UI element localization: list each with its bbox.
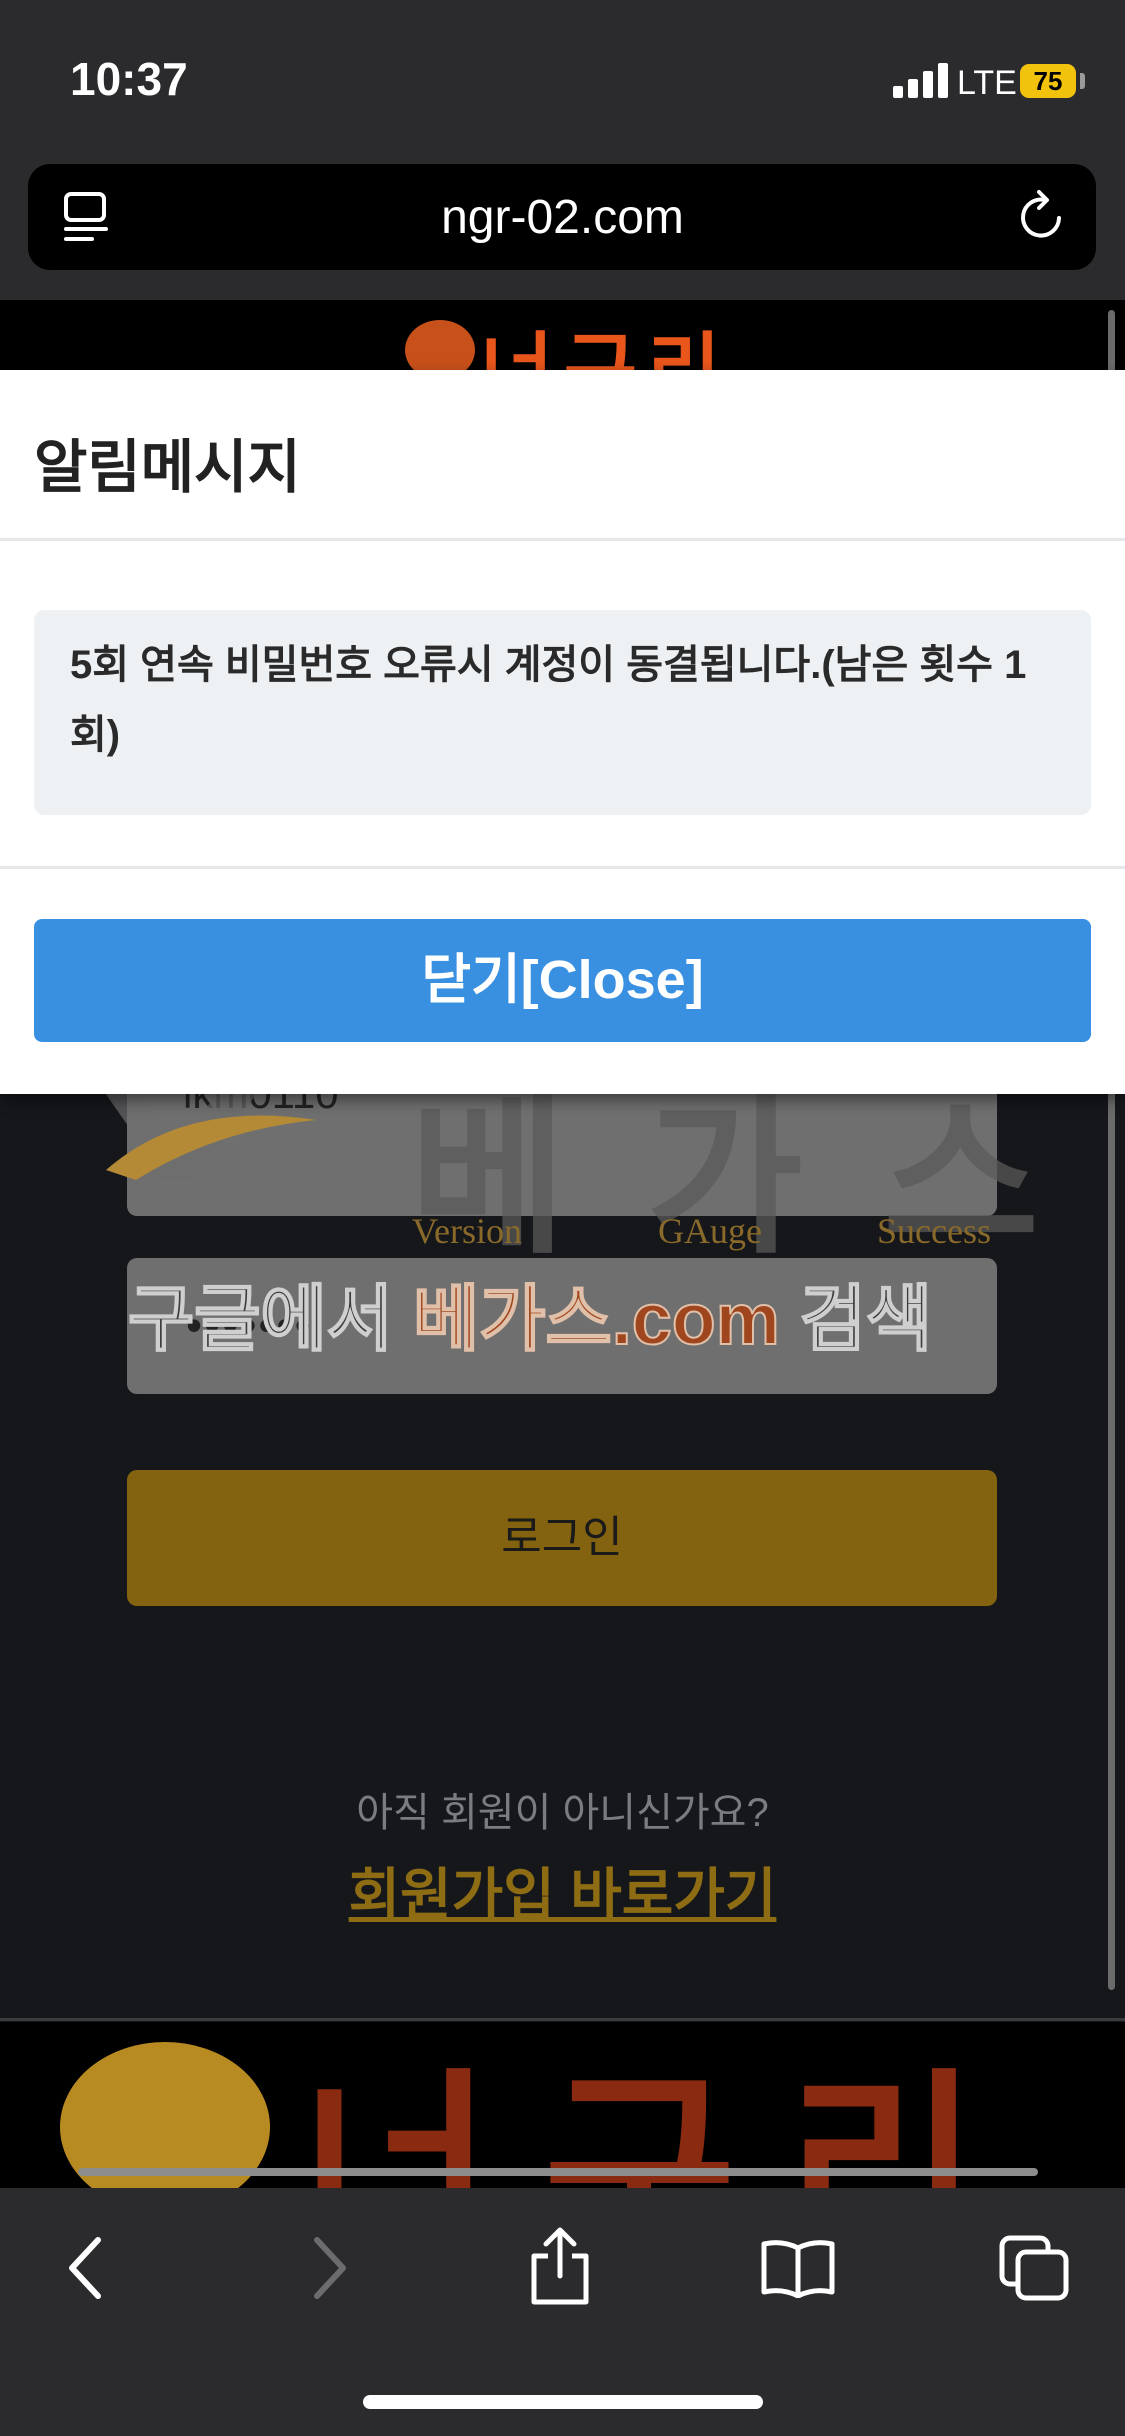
- alert-modal: 알림메시지 5회 연속 비밀번호 오류시 계정이 동결됩니다.(남은 횟수 1회…: [0, 370, 1125, 1094]
- signup-link[interactable]: 회원가입 바로가기: [0, 1850, 1125, 1931]
- close-button[interactable]: 닫기[Close]: [34, 919, 1091, 1042]
- banner-logo-art: 너구리: [300, 2055, 1030, 2188]
- top-banner-image: 너구리: [0, 300, 1125, 370]
- modal-divider: [0, 538, 1125, 541]
- mascot-image: [60, 2042, 270, 2188]
- network-label: LTE: [957, 64, 1017, 102]
- signup-prompt: 아직 회원이 아니신가요?: [356, 1791, 769, 1835]
- reload-icon[interactable]: [1015, 188, 1071, 244]
- home-indicator[interactable]: [363, 2395, 763, 2409]
- watermark-sub-gauge: GAuge: [658, 1211, 762, 1251]
- bottom-banner-image: 너구리: [0, 2022, 1125, 2188]
- battery-tip: [1080, 73, 1085, 89]
- status-time: 10:37: [70, 53, 188, 105]
- watermark-sub-version: Version: [412, 1211, 522, 1251]
- watermark-search-suffix: 검색: [779, 1279, 933, 1361]
- horizontal-scroll-indicator: [78, 2168, 1038, 2176]
- modal-divider: [0, 866, 1125, 869]
- bookmarks-icon[interactable]: [760, 2238, 836, 2298]
- alert-message: 5회 연속 비밀번호 오류시 계정이 동결됩니다.(남은 횟수 1회): [70, 643, 1027, 757]
- share-icon[interactable]: [528, 2226, 592, 2306]
- mascot-image: [405, 320, 475, 370]
- forward-icon[interactable]: [305, 2236, 353, 2300]
- page-divider: [0, 2018, 1125, 2021]
- battery-icon: 75: [1020, 64, 1076, 98]
- back-icon[interactable]: [62, 2236, 110, 2300]
- watermark-search-highlight: 베가스.com: [412, 1279, 781, 1361]
- tabs-icon[interactable]: [998, 2234, 1070, 2302]
- watermark-sub-success: Success: [877, 1211, 991, 1251]
- watermark-search-text: 구글에서 베가스.com 검색: [127, 1260, 933, 1365]
- watermark-search-prefix: 구글에서: [127, 1279, 413, 1361]
- url-text[interactable]: ngr-02.com: [0, 190, 1125, 245]
- banner-logo-art: 너구리: [480, 306, 731, 370]
- modal-title: 알림메시지: [34, 435, 301, 500]
- login-button[interactable]: 로그인: [127, 1470, 997, 1606]
- signal-icon: [893, 62, 949, 98]
